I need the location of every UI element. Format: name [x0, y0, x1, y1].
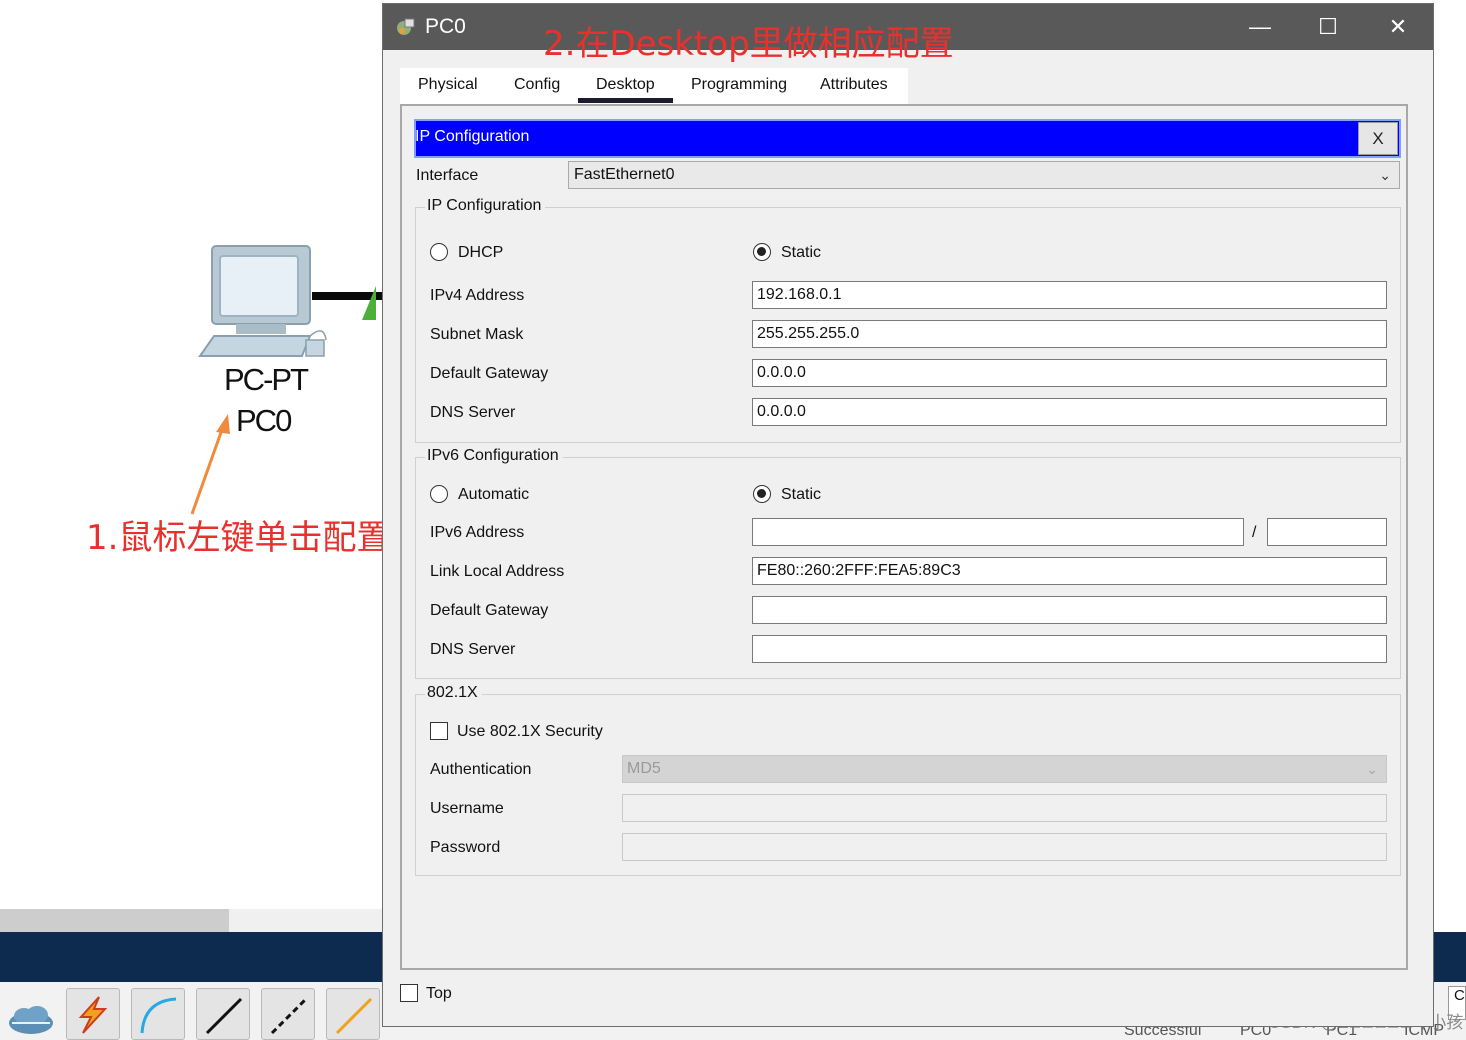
lightning-icon: [78, 996, 108, 1034]
link-local-label: Link Local Address: [430, 563, 565, 580]
ipv4-static-label: Static: [781, 244, 822, 261]
ipv6-static-radio[interactable]: [753, 485, 771, 503]
interface-label: Interface: [416, 167, 479, 184]
password-input[interactable]: [622, 833, 1387, 861]
password-label: Password: [430, 839, 501, 856]
top-checkbox[interactable]: [400, 984, 418, 1002]
tab-attributes[interactable]: Attributes: [820, 76, 888, 94]
device-type-label: PC-PT: [224, 362, 309, 397]
username-input[interactable]: [622, 794, 1387, 822]
pc0-window: PC0 2.在Desktop里做相应配置 — ☐ ✕ Physical Conf…: [382, 3, 1434, 1027]
pc-device-icon[interactable]: [196, 244, 336, 360]
fiber-cable-icon: [335, 997, 373, 1035]
interface-value: FastEthernet0: [574, 166, 675, 183]
ipv6-address-input[interactable]: [752, 518, 1244, 546]
ipv6-gateway-input[interactable]: [752, 596, 1387, 624]
interface-select[interactable]: FastEthernet0 ⌄: [568, 161, 1400, 189]
authentication-value: MD5: [627, 760, 661, 777]
ipv6-address-label: IPv6 Address: [430, 524, 525, 541]
dns-server-input[interactable]: 0.0.0.0: [752, 398, 1387, 426]
authentication-select[interactable]: MD5 ⌄: [622, 755, 1387, 783]
dot1x-group-title: 802.1X: [425, 684, 482, 702]
ipv4-group-title: IP Configuration: [425, 197, 546, 215]
active-tab-indicator: [578, 98, 673, 103]
maximize-button[interactable]: ☐: [1293, 4, 1363, 50]
chevron-down-icon: ⌄: [1379, 167, 1391, 183]
window-titlebar[interactable]: PC0 2.在Desktop里做相应配置 — ☐ ✕: [383, 4, 1433, 64]
close-button[interactable]: ✕: [1363, 4, 1433, 50]
window-title: PC0: [425, 15, 466, 38]
tab-programming[interactable]: Programming: [691, 76, 787, 94]
dhcp-label: DHCP: [458, 244, 504, 261]
dhcp-radio[interactable]: [430, 243, 448, 261]
subnet-mask-input[interactable]: 255.255.255.0: [752, 320, 1387, 348]
tab-config[interactable]: Config: [514, 76, 560, 94]
app-icon: [397, 18, 415, 35]
ipv6-static-label: Static: [781, 486, 822, 503]
fiber-cable-button[interactable]: [326, 988, 380, 1040]
use-dot1x-label: Use 802.1X Security: [457, 723, 603, 740]
default-gateway-label: Default Gateway: [430, 365, 549, 382]
device-name-label: PC0: [236, 403, 292, 438]
ip-config-header: [414, 119, 1401, 158]
top-label: Top: [426, 985, 452, 1002]
link-local-input[interactable]: FE80::260:2FFF:FEA5:89C3: [752, 557, 1387, 585]
automatic-radio[interactable]: [430, 485, 448, 503]
dns-server-label: DNS Server: [430, 404, 516, 421]
crossover-cable-button[interactable]: [261, 988, 315, 1040]
ipv4-static-radio[interactable]: [753, 243, 771, 261]
default-gateway-input[interactable]: 0.0.0.0: [752, 359, 1387, 387]
ipv6-group-title: IPv6 Configuration: [425, 447, 563, 465]
authentication-label: Authentication: [430, 761, 532, 778]
annotation-step-2: 2.在Desktop里做相应配置: [543, 24, 954, 64]
tab-desktop[interactable]: Desktop: [596, 76, 655, 94]
auto-connect-button[interactable]: [66, 988, 120, 1040]
ipv6-gateway-label: Default Gateway: [430, 602, 549, 619]
tab-physical[interactable]: Physical: [418, 76, 478, 94]
ipv4-address-label: IPv4 Address: [430, 287, 525, 304]
ip-config-title: IP Configuration: [415, 128, 530, 145]
cloud-icon[interactable]: [6, 1003, 56, 1037]
ipv6-dns-label: DNS Server: [430, 641, 516, 658]
annotation-arrow: [190, 414, 230, 515]
link-status-indicator: [362, 286, 376, 320]
ipv6-dns-input[interactable]: [752, 635, 1387, 663]
workspace-scrollbar-thumb[interactable]: [0, 909, 229, 932]
use-dot1x-checkbox[interactable]: [430, 722, 448, 740]
straight-cable-button[interactable]: [196, 988, 250, 1040]
straight-cable-icon: [205, 997, 243, 1035]
ip-config-close-button[interactable]: X: [1358, 122, 1398, 155]
ipv4-address-input[interactable]: 192.168.0.1: [752, 281, 1387, 309]
minimize-button[interactable]: —: [1225, 4, 1295, 50]
prefix-separator: /: [1252, 524, 1257, 541]
crossover-cable-icon: [270, 997, 308, 1035]
chevron-down-icon: ⌄: [1366, 761, 1378, 777]
ipv6-prefix-input[interactable]: [1267, 518, 1387, 546]
automatic-label: Automatic: [458, 486, 530, 503]
subnet-mask-label: Subnet Mask: [430, 326, 524, 343]
console-cable-icon: [140, 997, 177, 1034]
console-cable-button[interactable]: [131, 988, 185, 1040]
username-label: Username: [430, 800, 504, 817]
